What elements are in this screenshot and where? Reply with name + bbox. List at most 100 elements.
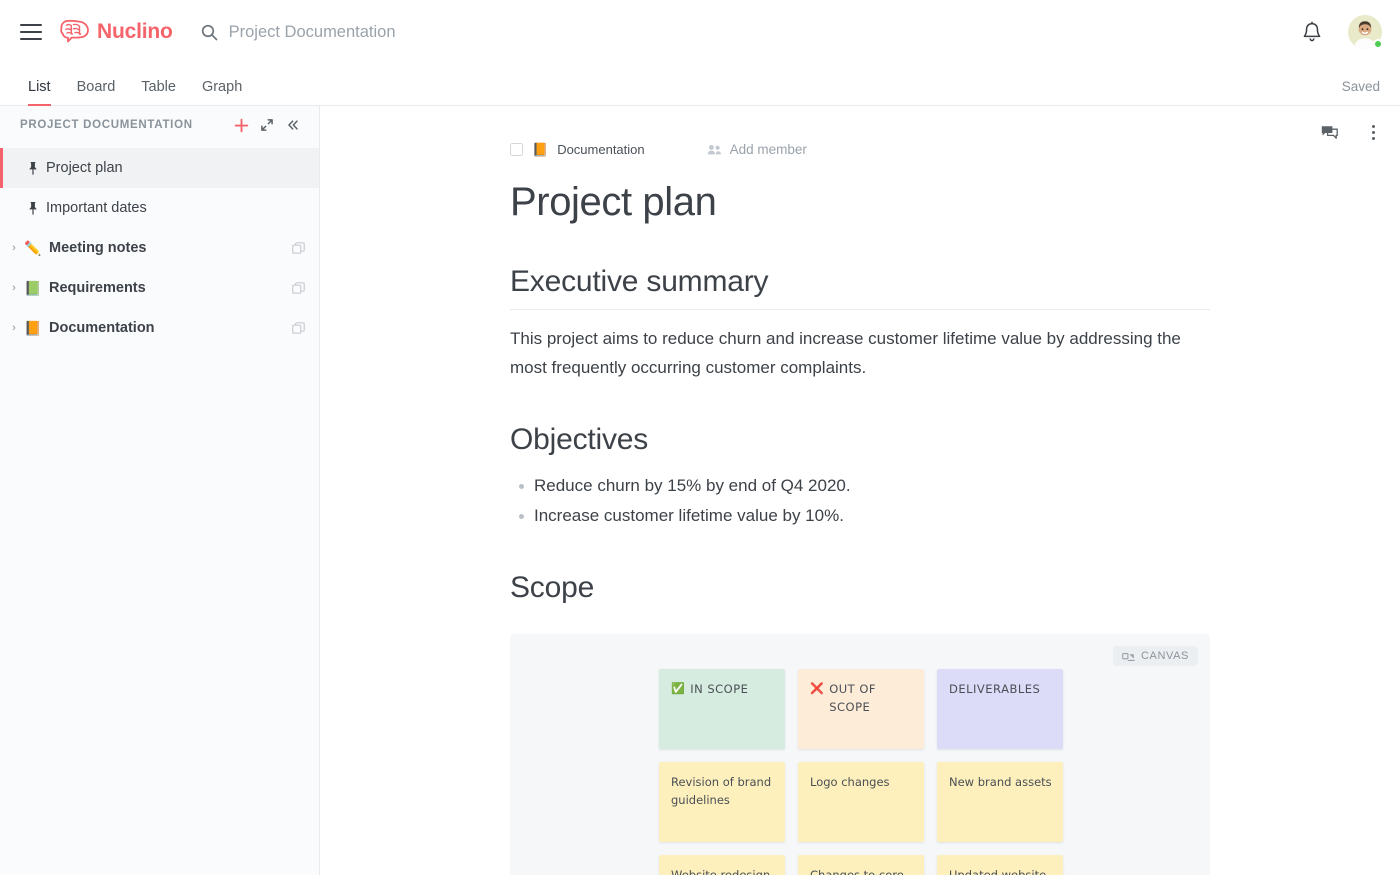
avatar[interactable] — [1348, 15, 1382, 49]
plus-icon — [234, 118, 249, 133]
chevron-right-icon[interactable]: › — [6, 323, 22, 334]
orange-book-icon: 📙 — [532, 143, 548, 156]
check-icon: ✅ — [671, 681, 685, 696]
list-item: Reduce churn by 15% by end of Q4 2020. — [510, 471, 1210, 500]
section-paragraph-executive-summary: This project aims to reduce churn and in… — [510, 324, 1210, 382]
document-area: 📙 Documentation Add member — [320, 106, 1400, 875]
pin-icon — [22, 161, 44, 176]
add-item-button[interactable] — [228, 112, 254, 138]
top-bar: Nuclino — [0, 0, 1400, 64]
cross-icon: ❌ — [810, 681, 824, 696]
search-area — [201, 23, 1302, 42]
double-chevron-left-icon — [286, 118, 300, 132]
sticky-note[interactable]: Changes to core brand values — [798, 855, 924, 875]
document-content: 📙 Documentation Add member — [510, 106, 1210, 875]
canvas-badge[interactable]: CANVAS — [1113, 646, 1198, 666]
brain-speech-bubble-icon — [60, 19, 90, 45]
canvas-embed[interactable]: CANVAS ✅ IN SCOPE ❌ — [510, 634, 1210, 875]
cluster-icon — [292, 322, 305, 335]
bell-icon[interactable] — [1302, 21, 1322, 43]
sticky-note-text: Logo changes — [810, 775, 890, 789]
objectives-list: Reduce churn by 15% by end of Q4 2020. I… — [510, 471, 1210, 529]
view-tabs: List Board Table Graph — [24, 64, 1342, 105]
chevron-right-icon[interactable]: › — [6, 283, 22, 294]
brand-name: Nuclino — [97, 20, 173, 44]
chevron-right-icon[interactable]: › — [6, 243, 22, 254]
search-icon — [201, 24, 218, 41]
sticky-note[interactable]: Logo changes — [798, 762, 924, 842]
sidebar-item-label: Meeting notes — [46, 240, 292, 256]
sidebar-item-important-dates[interactable]: › Important dates — [0, 188, 319, 228]
breadcrumb-label: Documentation — [557, 142, 644, 157]
sidebar-nav: › Project plan › Importan — [0, 144, 319, 348]
document-scroll: 📙 Documentation Add member — [320, 106, 1400, 875]
members-icon — [707, 144, 722, 155]
topbar-actions — [1302, 15, 1382, 49]
comments-button[interactable] — [1316, 119, 1342, 145]
sticky-note-text: DELIVERABLES — [949, 681, 1040, 699]
sidebar-item-project-plan[interactable]: › Project plan — [0, 148, 319, 188]
cluster-icon — [292, 242, 305, 255]
kebab-menu-icon — [1372, 125, 1375, 140]
pin-icon — [22, 201, 44, 216]
online-status-dot — [1373, 39, 1383, 49]
sticky-note-text: Updated website — [949, 868, 1046, 875]
sidebar-title: PROJECT DOCUMENTATION — [20, 119, 228, 131]
sidebar-item-meeting-notes[interactable]: › ✏️ Meeting notes — [0, 228, 319, 268]
document-toolbar — [1316, 106, 1400, 158]
document-menu-button[interactable] — [1360, 119, 1386, 145]
pencil-icon: ✏️ — [22, 240, 44, 257]
green-book-icon: 📗 — [22, 280, 44, 297]
sticky-note-text: OUT OF SCOPE — [829, 681, 913, 717]
search-input[interactable] — [229, 23, 649, 42]
save-status: Saved — [1342, 79, 1380, 105]
sticky-note[interactable]: DELIVERABLES — [937, 669, 1063, 749]
brand-logo[interactable]: Nuclino — [60, 19, 173, 45]
sticky-note-text: Website redesign exploration — [671, 868, 770, 875]
tab-table[interactable]: Table — [128, 80, 189, 106]
orange-book-icon: 📙 — [22, 320, 44, 337]
sticky-note-text: Revision of brand guidelines — [671, 775, 771, 807]
document-meta: 📙 Documentation Add member — [510, 136, 1210, 162]
section-heading-objectives: Objectives — [510, 423, 1210, 458]
nuclino-app: Nuclino — [0, 0, 1400, 875]
sticky-note[interactable]: ✅ IN SCOPE — [659, 669, 785, 749]
sidebar-item-label: Important dates — [46, 200, 305, 216]
tab-graph[interactable]: Graph — [189, 80, 255, 106]
sidebar-item-documentation[interactable]: › 📙 Documentation — [0, 308, 319, 348]
sidebar: PROJECT DOCUMENTATION — [0, 106, 320, 875]
sticky-note-text: New brand assets — [949, 775, 1052, 789]
expand-icon — [260, 118, 274, 132]
section-heading-executive-summary: Executive summary — [510, 265, 1210, 310]
add-member-label: Add member — [730, 142, 807, 157]
sticky-note[interactable]: Updated website — [937, 855, 1063, 875]
section-heading-scope: Scope — [510, 571, 1210, 606]
sticky-note-text: IN SCOPE — [690, 681, 748, 699]
list-item: Increase customer lifetime value by 10%. — [510, 501, 1210, 530]
cluster-icon — [292, 282, 305, 295]
add-member-button[interactable]: Add member — [707, 142, 807, 157]
sticky-note-grid: ✅ IN SCOPE ❌ OUT OF SCOPE — [659, 669, 1063, 875]
cluster-checkbox-icon — [510, 143, 523, 156]
sidebar-item-requirements[interactable]: › 📗 Requirements — [0, 268, 319, 308]
sidebar-item-label: Requirements — [46, 280, 292, 296]
tab-board[interactable]: Board — [64, 80, 129, 106]
hamburger-icon[interactable] — [18, 19, 44, 45]
workspace-body: PROJECT DOCUMENTATION — [0, 106, 1400, 875]
sticky-note[interactable]: ❌ OUT OF SCOPE — [798, 669, 924, 749]
breadcrumb[interactable]: 📙 Documentation — [510, 142, 645, 157]
view-more-icon[interactable] — [255, 89, 280, 105]
view-tab-bar: List Board Table Graph Saved — [0, 64, 1400, 106]
sticky-note[interactable]: Revision of brand guidelines — [659, 762, 785, 842]
canvas-badge-label: CANVAS — [1141, 650, 1189, 662]
sidebar-header: PROJECT DOCUMENTATION — [0, 106, 319, 144]
expand-sidebar-button[interactable] — [254, 112, 280, 138]
collapse-sidebar-button[interactable] — [280, 112, 306, 138]
sticky-note[interactable]: Website redesign exploration — [659, 855, 785, 875]
canvas-icon — [1122, 651, 1135, 662]
sidebar-item-label: Project plan — [46, 160, 305, 176]
page-title: Project plan — [510, 180, 1210, 224]
sticky-note[interactable]: New brand assets — [937, 762, 1063, 842]
comment-bubble-icon — [1321, 125, 1338, 140]
tab-list[interactable]: List — [24, 80, 64, 106]
